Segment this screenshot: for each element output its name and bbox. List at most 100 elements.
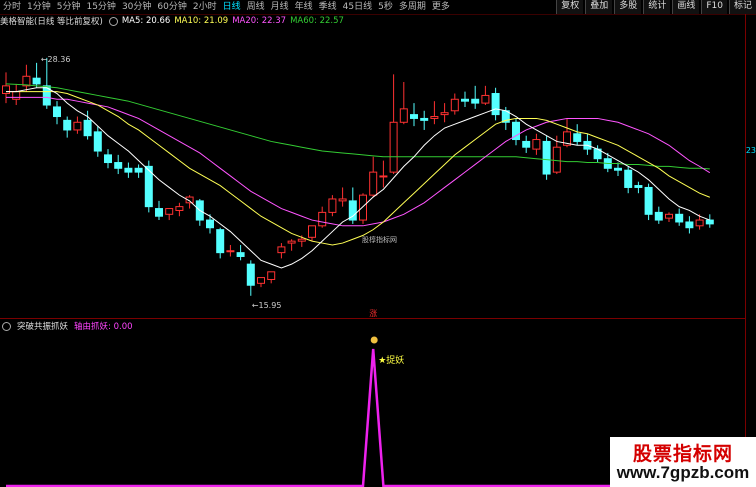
ma60-value: MA60: 22.57	[290, 16, 344, 26]
tab-7[interactable]: 日线	[220, 0, 244, 14]
stock-title[interactable]: 美格智能(日线 等比前复权)	[0, 15, 103, 27]
tab-15[interactable]: 更多	[429, 0, 453, 14]
site-watermark: 股票指标网 www.7gpzb.com	[610, 437, 756, 487]
tab-2[interactable]: 5分钟	[54, 0, 84, 14]
candle-body	[226, 250, 235, 253]
tab-1[interactable]: 1分钟	[24, 0, 54, 14]
peak-coin-icon	[370, 336, 378, 344]
candle-body	[675, 213, 684, 223]
tab-10[interactable]: 年线	[292, 0, 316, 14]
watermark-url: www.7gpzb.com	[616, 463, 750, 482]
candle-body	[359, 194, 367, 221]
candle-body	[634, 185, 643, 188]
candle-body	[236, 252, 245, 257]
candle-body	[420, 117, 429, 121]
candle-body	[155, 208, 163, 217]
candle-body	[206, 219, 214, 229]
candle-body	[410, 114, 418, 119]
tab-11[interactable]: 季线	[316, 0, 340, 14]
candle-body	[399, 108, 408, 123]
period-tabs: 分时 1分钟 5分钟 15分钟 30分钟 60分钟 2小时 日线 周线 月线 年线 季线 45日线 5秒多…	[0, 0, 453, 14]
tab-6[interactable]: 2小时	[190, 0, 220, 14]
toolbar-button-4[interactable]: 画线	[672, 0, 700, 14]
candle-body	[450, 98, 459, 112]
candle-body	[12, 91, 21, 100]
toolbar-button-3[interactable]: 统计	[643, 0, 671, 14]
candle-body	[552, 146, 561, 173]
candle-body	[481, 94, 490, 104]
period-toolbar: 分时 1分钟 5分钟 15分钟 30分钟 60分钟 2小时 日线 周线 月线 年线 季线 45日线 5秒多…	[0, 0, 756, 15]
candle-body	[93, 131, 102, 152]
toolbar-button-1[interactable]: 叠加	[585, 0, 613, 14]
candle-body	[114, 162, 123, 169]
tab-4[interactable]: 30分钟	[119, 0, 154, 14]
candle-body	[614, 167, 622, 171]
candle-body	[104, 154, 112, 164]
ma5-value: MA5: 20.66	[121, 16, 171, 26]
ma10-value: MA10: 21.09	[174, 16, 229, 26]
candle-body	[277, 246, 286, 254]
candle-body	[267, 271, 276, 280]
candle-body	[440, 112, 449, 116]
tab-9[interactable]: 月线	[268, 0, 292, 14]
candle-body	[685, 221, 694, 229]
candle-body	[532, 139, 541, 150]
candle-body	[165, 208, 174, 215]
indicator-line	[6, 348, 710, 487]
candle-body	[297, 238, 306, 242]
candle-body	[338, 198, 347, 202]
candle-body	[695, 219, 704, 227]
center-watermark-label: 股椁指标网	[362, 235, 397, 244]
candle-body	[389, 121, 398, 173]
toolbar-button-0[interactable]: 复权	[556, 0, 584, 14]
toolbar-button-2[interactable]: 多股	[614, 0, 642, 14]
settings-icon[interactable]	[108, 16, 118, 26]
candle-body	[73, 121, 82, 131]
toolbar-button-5[interactable]: F10	[701, 0, 727, 14]
candlestick-chart[interactable]: ←28.36 ←15.95 股椁指标网涨	[0, 28, 746, 318]
candle-body	[644, 186, 653, 215]
ma5-line	[6, 87, 710, 269]
tab-13[interactable]: 5秒	[375, 0, 396, 14]
candle-body	[257, 277, 265, 284]
tab-5[interactable]: 60分钟	[154, 0, 189, 14]
candle-body	[654, 211, 663, 221]
candle-body	[461, 98, 469, 102]
price-axis: 23	[745, 14, 756, 487]
ma20-value: MA20: 22.37	[232, 16, 287, 26]
ma-legend: 美格智能(日线 等比前复权) MA5: 20.66 MA10: 21.09 MA…	[0, 15, 348, 27]
watermark-title: 股票指标网	[632, 443, 733, 465]
tab-0[interactable]: 分时	[0, 0, 24, 14]
candle-body	[624, 169, 633, 188]
candle-body	[2, 85, 10, 95]
candle-body	[430, 116, 439, 119]
candle-body	[53, 106, 61, 118]
axis-price-label: 23	[745, 146, 756, 155]
tab-3[interactable]: 15分钟	[83, 0, 118, 14]
candle-body	[124, 167, 133, 173]
candle-body	[318, 211, 327, 227]
candle-body	[308, 225, 316, 238]
candle-body	[573, 133, 582, 142]
low-price-label: ←15.95	[252, 301, 282, 310]
candle-body	[246, 263, 255, 286]
high-price-label: ←28.36	[41, 55, 71, 64]
signal-mark: 涨	[369, 308, 377, 318]
candle-body	[63, 119, 72, 131]
candle-body	[32, 77, 41, 85]
candle-body	[328, 198, 337, 213]
toolbar-button-6[interactable]: 标记	[728, 0, 756, 14]
tab-8[interactable]: 周线	[244, 0, 268, 14]
pane-divider[interactable]	[0, 318, 746, 319]
candle-body	[83, 119, 92, 137]
tab-14[interactable]: 多周期	[396, 0, 429, 14]
candle-body	[522, 140, 531, 148]
candle-body	[379, 175, 388, 178]
candle-body	[216, 229, 225, 254]
candle-body	[542, 140, 551, 175]
candle-body	[665, 213, 673, 219]
candle-body	[491, 93, 500, 116]
candle-body	[175, 206, 184, 211]
toolbar-buttons: 复权 叠加 多股 统计 画线 F10 标记	[554, 0, 756, 14]
tab-12[interactable]: 45日线	[340, 0, 375, 14]
